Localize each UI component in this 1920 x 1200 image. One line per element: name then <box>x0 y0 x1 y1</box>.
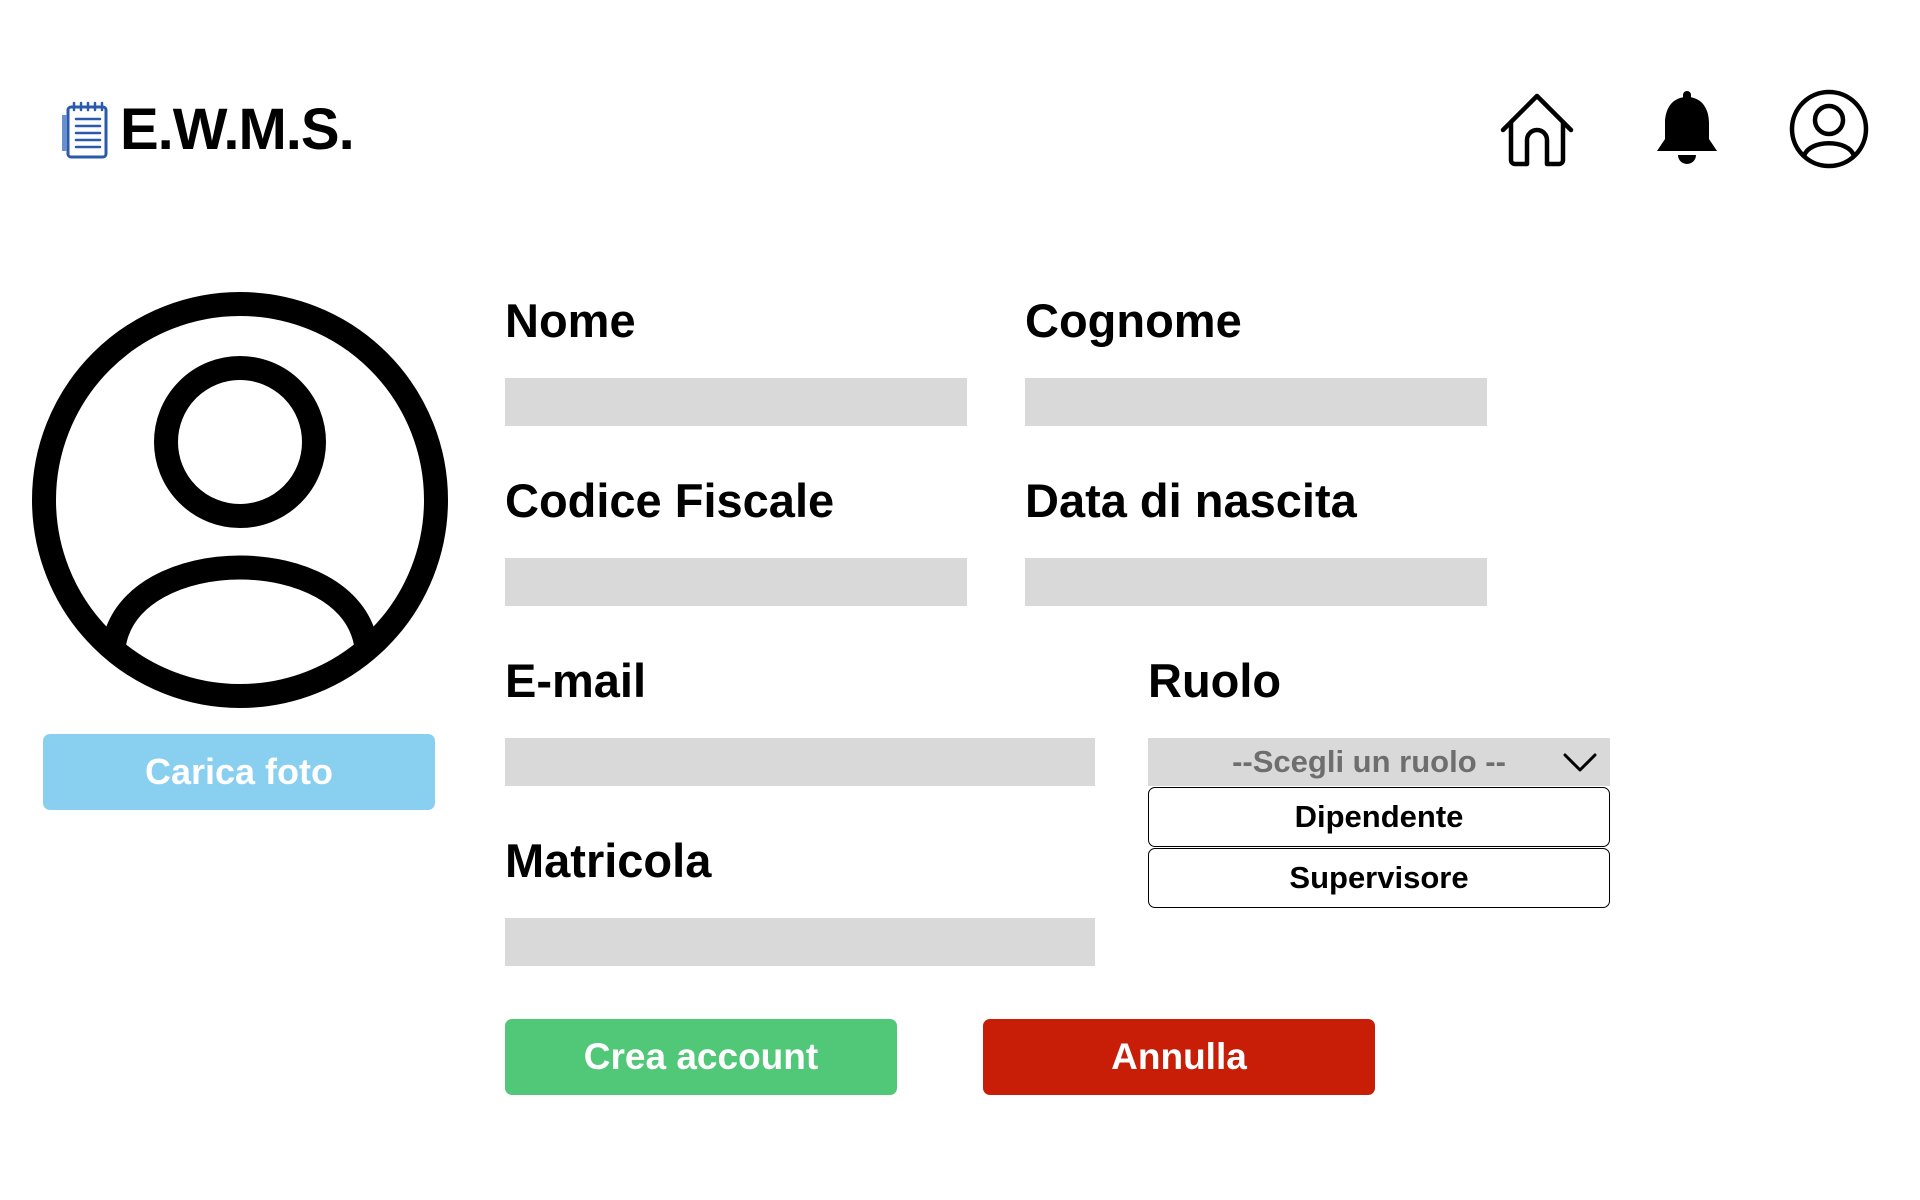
chevron-down-icon <box>1563 753 1597 772</box>
data-nascita-label: Data di nascita <box>1025 474 1357 527</box>
user-avatar-icon <box>32 292 448 708</box>
data-nascita-input[interactable] <box>1025 558 1487 606</box>
notepad-icon <box>62 101 108 159</box>
nome-input[interactable] <box>505 378 967 426</box>
home-icon[interactable] <box>1497 90 1577 170</box>
nome-label: Nome <box>505 294 636 347</box>
matricola-input[interactable] <box>505 918 1095 966</box>
ruolo-label: Ruolo <box>1148 654 1282 707</box>
cognome-label: Cognome <box>1025 294 1242 347</box>
ruolo-select-placeholder: --Scegli un ruolo -- <box>1232 744 1506 779</box>
bell-icon[interactable] <box>1654 91 1720 167</box>
ruolo-option-dipendente[interactable]: Dipendente <box>1148 787 1610 847</box>
create-account-button[interactable]: Crea account <box>505 1019 897 1095</box>
create-account-page: E.W.M.S. Carica foto Nome Cognome Codice… <box>0 0 1920 1200</box>
ruolo-select[interactable]: --Scegli un ruolo -- <box>1148 738 1610 786</box>
account-icon[interactable] <box>1789 89 1869 169</box>
app-logo[interactable]: E.W.M.S. <box>62 97 355 162</box>
matricola-label: Matricola <box>505 834 712 887</box>
app-name: E.W.M.S. <box>120 97 355 162</box>
codice-fiscale-input[interactable] <box>505 558 967 606</box>
codice-fiscale-label: Codice Fiscale <box>505 474 835 527</box>
ruolo-option-supervisore[interactable]: Supervisore <box>1148 848 1610 908</box>
cancel-button[interactable]: Annulla <box>983 1019 1375 1095</box>
upload-photo-button[interactable]: Carica foto <box>43 734 435 810</box>
email-input[interactable] <box>505 738 1095 786</box>
email-label: E-mail <box>505 654 647 707</box>
cognome-input[interactable] <box>1025 378 1487 426</box>
